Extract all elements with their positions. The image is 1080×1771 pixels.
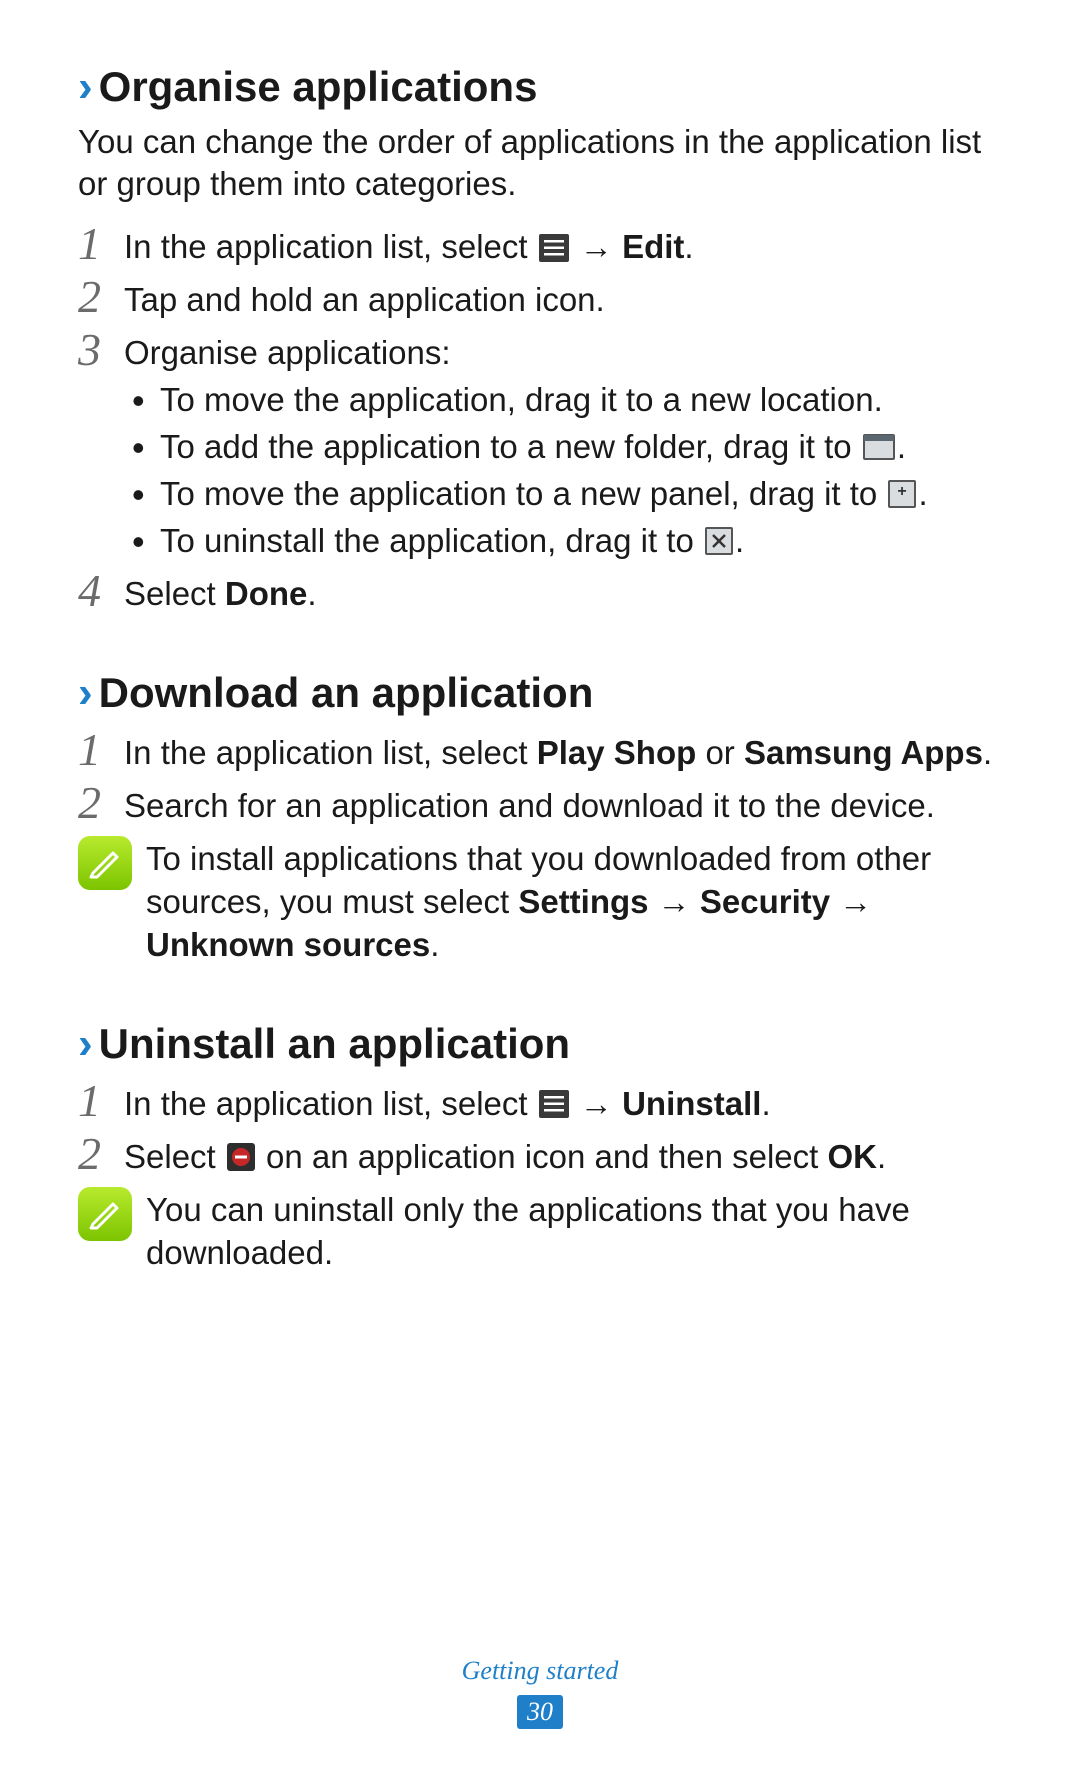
uninstall-label: Uninstall	[622, 1085, 761, 1122]
done-label: Done	[225, 575, 308, 612]
panel-icon: +	[888, 480, 916, 508]
text: To move the application to a new panel, …	[160, 475, 886, 512]
text: →	[571, 228, 622, 265]
text: .	[735, 522, 744, 559]
unknown-sources-label: Unknown sources	[146, 926, 430, 963]
text: .	[877, 1138, 886, 1175]
chevron-icon: ›	[78, 671, 93, 715]
text: Select	[124, 575, 225, 612]
menu-icon	[539, 234, 569, 262]
step-number: 2	[78, 779, 124, 827]
text: or	[696, 734, 744, 771]
bullet: To uninstall the application, drag it to…	[160, 520, 1002, 563]
organise-step-1: 1 In the application list, select → Edit…	[78, 220, 1002, 269]
play-shop-label: Play Shop	[537, 734, 697, 771]
text: .	[918, 475, 927, 512]
menu-icon	[539, 1090, 569, 1118]
samsung-apps-label: Samsung Apps	[744, 734, 983, 771]
heading-organise-text: Organise applications	[99, 60, 538, 115]
heading-download: › Download an application	[78, 666, 1002, 721]
step-number: 2	[78, 1130, 124, 1178]
manual-page: › Organise applications You can change t…	[0, 0, 1080, 1771]
heading-uninstall-text: Uninstall an application	[99, 1017, 570, 1072]
text: To add the application to a new folder, …	[160, 428, 861, 465]
note-body: You can uninstall only the applications …	[146, 1187, 1002, 1275]
organise-step-2: 2 Tap and hold an application icon.	[78, 273, 1002, 322]
footer-section: Getting started	[0, 1654, 1080, 1688]
step-body: Select on an application icon and then s…	[124, 1130, 1002, 1179]
uninstall-step-1: 1 In the application list, select → Unin…	[78, 1077, 1002, 1126]
note-icon	[78, 1187, 132, 1241]
settings-label: Settings	[518, 883, 648, 920]
organise-step-3: 3 Organise applications: To move the app…	[78, 326, 1002, 562]
bullet: To add the application to a new folder, …	[160, 426, 1002, 469]
heading-download-text: Download an application	[99, 666, 594, 721]
security-label: Security	[700, 883, 830, 920]
text: In the application list, select	[124, 228, 537, 265]
step-body: Tap and hold an application icon.	[124, 273, 1002, 322]
remove-badge-icon	[227, 1143, 255, 1171]
text: .	[897, 428, 906, 465]
text: .	[430, 926, 439, 963]
download-step-2: 2 Search for an application and download…	[78, 779, 1002, 828]
folder-icon	[863, 434, 895, 460]
organise-step-4: 4 Select Done.	[78, 567, 1002, 616]
note-body: To install applications that you downloa…	[146, 836, 1002, 967]
page-footer: Getting started 30	[0, 1654, 1080, 1731]
heading-uninstall: › Uninstall an application	[78, 1017, 1002, 1072]
uninstall-note: You can uninstall only the applications …	[78, 1187, 1002, 1275]
step-number: 3	[78, 326, 124, 374]
heading-organise: › Organise applications	[78, 60, 1002, 115]
download-note: To install applications that you downloa…	[78, 836, 1002, 967]
edit-label: Edit	[622, 228, 684, 265]
step-body: In the application list, select → Edit.	[124, 220, 1002, 269]
step-body: In the application list, select Play Sho…	[124, 726, 1002, 775]
text: Select	[124, 1138, 225, 1175]
text: .	[684, 228, 693, 265]
bullet: To move the application, drag it to a ne…	[160, 379, 1002, 422]
step-body: Select Done.	[124, 567, 1002, 616]
text: .	[307, 575, 316, 612]
uninstall-step-2: 2 Select on an application icon and then…	[78, 1130, 1002, 1179]
text: →	[571, 1085, 622, 1122]
step-number: 1	[78, 1077, 124, 1125]
text: →	[649, 883, 700, 920]
step-number: 1	[78, 220, 124, 268]
chevron-icon: ›	[78, 65, 93, 109]
text: Organise applications:	[124, 332, 1002, 375]
step-number: 2	[78, 273, 124, 321]
text: In the application list, select	[124, 734, 537, 771]
organise-bullets: To move the application, drag it to a ne…	[124, 379, 1002, 563]
step-body: Search for an application and download i…	[124, 779, 1002, 828]
text: .	[983, 734, 992, 771]
svg-text:+: +	[898, 483, 907, 500]
chevron-icon: ›	[78, 1022, 93, 1066]
text: To uninstall the application, drag it to	[160, 522, 703, 559]
download-step-1: 1 In the application list, select Play S…	[78, 726, 1002, 775]
text: →	[830, 883, 872, 920]
step-number: 4	[78, 567, 124, 615]
text: on an application icon and then select	[257, 1138, 828, 1175]
delete-x-icon	[705, 527, 733, 555]
organise-intro: You can change the order of applications…	[78, 121, 1002, 207]
bullet: To move the application to a new panel, …	[160, 473, 1002, 516]
ok-label: OK	[827, 1138, 877, 1175]
footer-page-number: 30	[517, 1695, 563, 1729]
step-number: 1	[78, 726, 124, 774]
note-icon	[78, 836, 132, 890]
step-body: Organise applications: To move the appli…	[124, 326, 1002, 562]
text: In the application list, select	[124, 1085, 537, 1122]
text: .	[761, 1085, 770, 1122]
step-body: In the application list, select → Uninst…	[124, 1077, 1002, 1126]
